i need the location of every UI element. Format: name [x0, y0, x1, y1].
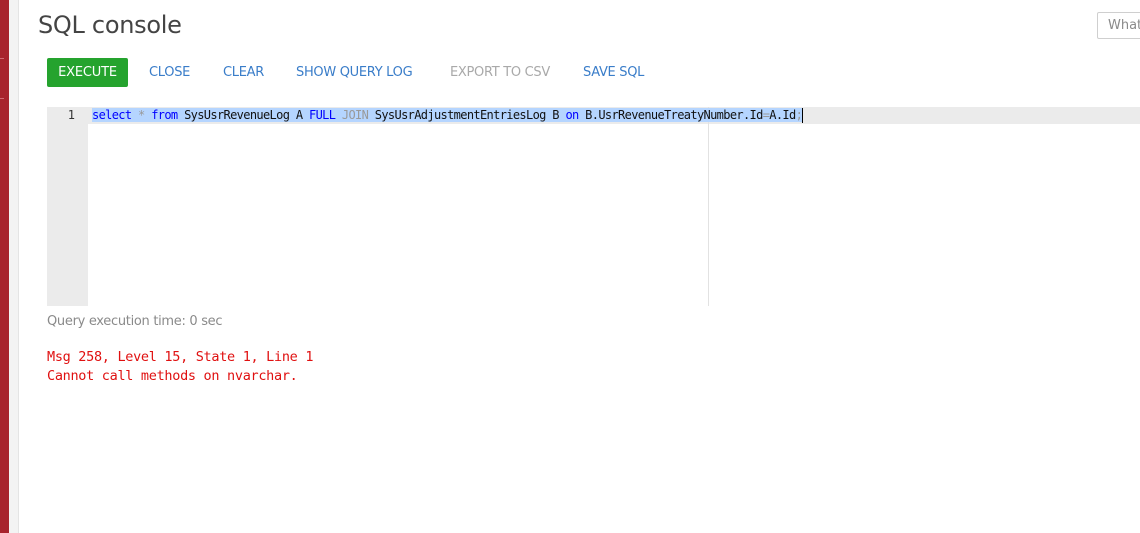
- operator-star: *: [138, 108, 145, 122]
- page-title: SQL console: [38, 11, 182, 39]
- print-margin: [708, 107, 709, 306]
- left-sidebar-strip: [0, 0, 9, 533]
- left-panel-edge: [9, 0, 19, 533]
- execution-time-label: Query execution time: 0 sec: [47, 314, 223, 329]
- identifier-column-b: B.UsrRevenueTreatyNumber.Id: [578, 108, 763, 122]
- clear-button[interactable]: CLEAR: [223, 58, 264, 87]
- semicolon: ;: [795, 108, 803, 122]
- code-line[interactable]: select * from SysUsrRevenueLog A FULL JO…: [92, 107, 804, 124]
- search-input[interactable]: What: [1097, 12, 1140, 39]
- export-to-csv-button[interactable]: EXPORT TO CSV: [450, 58, 550, 87]
- sql-editor[interactable]: 1 select * from SysUsrRevenueLog A FULL …: [47, 107, 1140, 306]
- execute-button[interactable]: EXECUTE: [47, 58, 128, 87]
- keyword-from: from: [151, 108, 178, 122]
- identifier-column-a: A.Id: [769, 108, 796, 122]
- error-line: Cannot call methods on nvarchar.: [47, 368, 298, 384]
- show-query-log-button[interactable]: SHOW QUERY LOG: [296, 58, 413, 87]
- keyword-join: JOIN: [341, 108, 369, 122]
- editor-gutter: 1: [47, 107, 88, 306]
- close-button[interactable]: CLOSE: [149, 58, 190, 87]
- error-line: Msg 258, Level 15, State 1, Line 1: [47, 349, 314, 365]
- keyword-select: select: [92, 108, 132, 122]
- save-sql-button[interactable]: SAVE SQL: [583, 58, 644, 87]
- sidebar-marker: [0, 58, 4, 59]
- keyword-full: FULL: [309, 108, 336, 122]
- text-cursor: [802, 108, 804, 123]
- identifier-table-b: SysUsrAdjustmentEntriesLog B: [368, 108, 566, 122]
- identifier-table-a: SysUsrRevenueLog A: [177, 108, 309, 122]
- line-number: 1: [67, 108, 75, 122]
- keyword-on: on: [565, 108, 579, 122]
- sidebar-marker: [0, 98, 4, 99]
- error-message: Msg 258, Level 15, State 1, Line 1 Canno…: [47, 348, 313, 386]
